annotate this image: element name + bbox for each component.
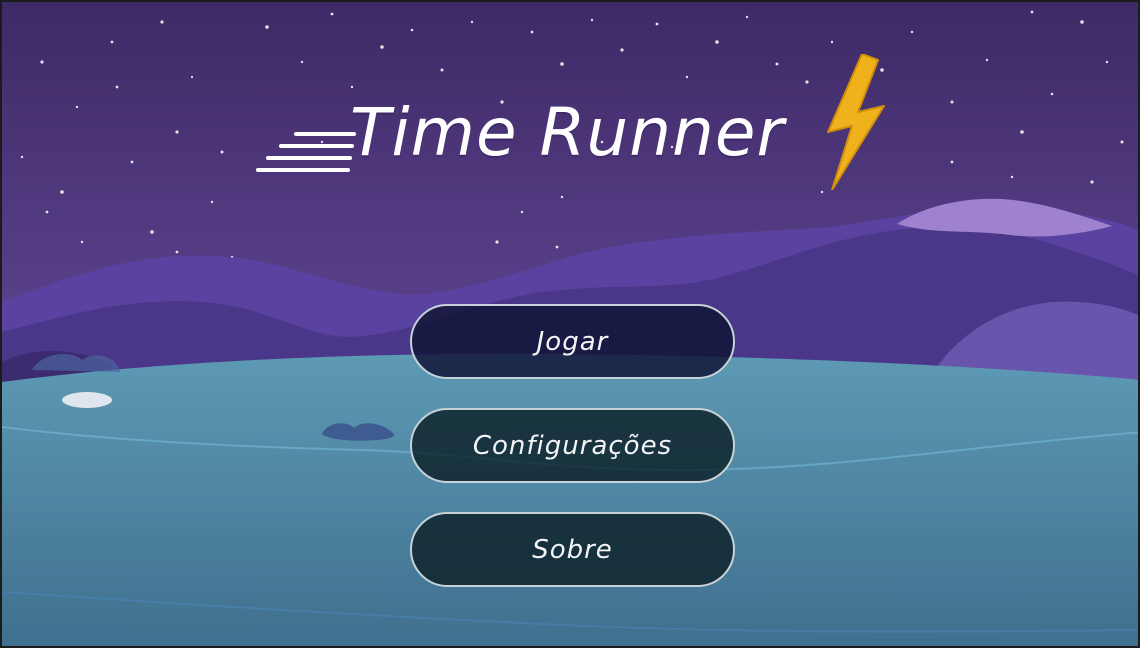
- speed-lines-icon: [256, 132, 356, 172]
- game-logo: Time Runner: [252, 50, 902, 200]
- main-menu-screen: Time Runner Jogar Configurações Sobre: [0, 0, 1140, 648]
- about-button[interactable]: Sobre: [410, 512, 735, 587]
- play-button[interactable]: Jogar: [410, 304, 735, 379]
- rock: [62, 392, 112, 408]
- game-title: Time Runner: [350, 94, 785, 171]
- lightning-bolt-icon: [827, 54, 885, 190]
- settings-button[interactable]: Configurações: [410, 408, 735, 483]
